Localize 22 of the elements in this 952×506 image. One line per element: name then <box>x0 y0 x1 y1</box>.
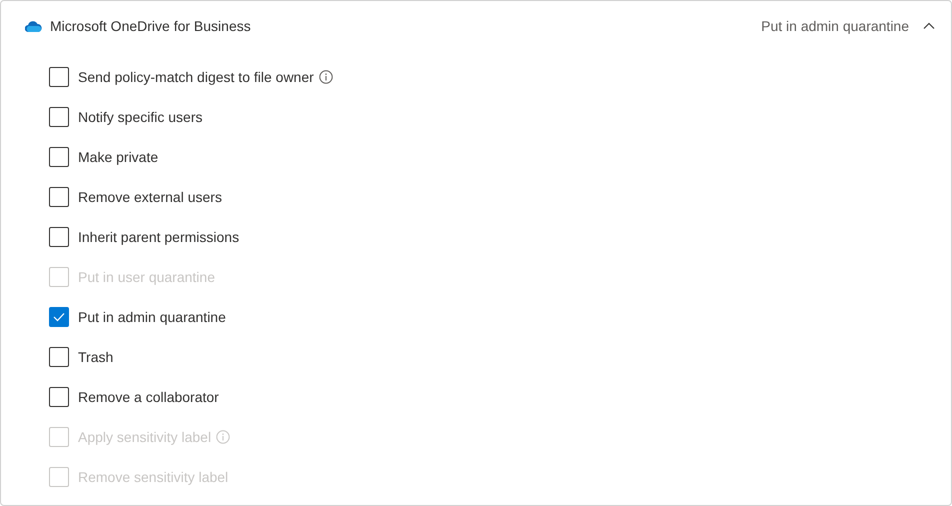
option-label[interactable]: Remove a collaborator <box>78 386 219 408</box>
checkbox[interactable] <box>49 227 69 247</box>
section-title: Microsoft OneDrive for Business <box>50 16 251 36</box>
selected-action-summary: Put in admin quarantine <box>761 16 909 36</box>
info-icon[interactable] <box>318 70 333 84</box>
option-label[interactable]: Inherit parent permissions <box>78 226 240 248</box>
checkbox[interactable] <box>49 67 69 87</box>
checkbox[interactable] <box>49 187 69 207</box>
checkbox[interactable] <box>49 107 69 127</box>
option-label[interactable]: Notify specific users <box>78 106 202 128</box>
checkbox[interactable] <box>49 147 69 167</box>
collapse-button[interactable] <box>923 22 935 30</box>
checkbox[interactable] <box>49 347 69 367</box>
checkmark-icon <box>53 312 65 322</box>
option-label[interactable]: Make private <box>78 146 158 168</box>
checkbox[interactable] <box>49 387 69 407</box>
option-label[interactable]: Remove external users <box>78 186 222 208</box>
cloud-icon <box>25 20 42 32</box>
option-label[interactable]: Trash <box>78 346 114 368</box>
option-label[interactable]: Put in admin quarantine <box>78 306 226 328</box>
option-label[interactable]: Send policy-match digest to file owner <box>78 66 314 88</box>
checkbox[interactable] <box>49 307 69 327</box>
